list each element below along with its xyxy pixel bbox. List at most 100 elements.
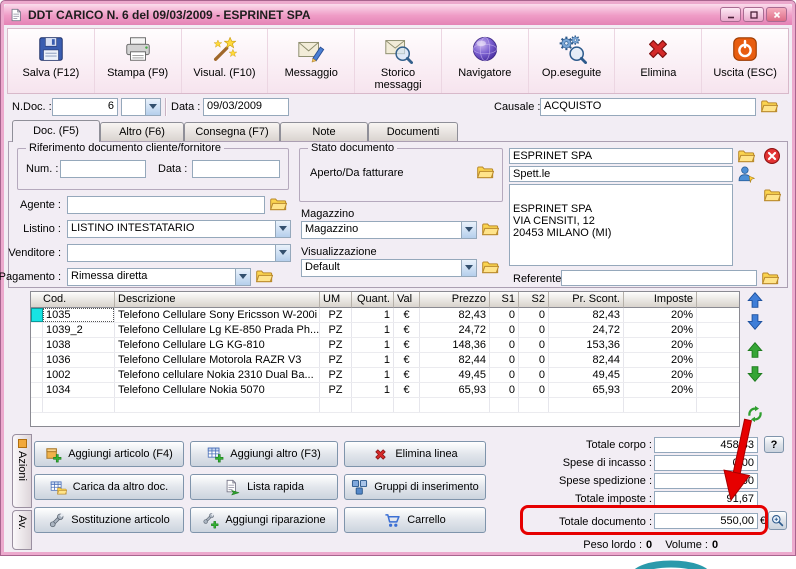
causale-input[interactable]: ACQUISTO xyxy=(540,98,756,116)
move-row-down-button[interactable] xyxy=(746,313,764,331)
magazzino-select[interactable]: Magazzino xyxy=(301,221,477,239)
ndoc-input[interactable]: 6 xyxy=(52,98,118,116)
column-header-pr-scont[interactable]: Pr. Scont. xyxy=(549,292,624,308)
column-header-quant[interactable]: Quant. xyxy=(352,292,394,308)
column-header-val[interactable]: Val xyxy=(394,292,420,308)
referente-folder-icon[interactable] xyxy=(761,269,779,287)
table-row[interactable]: 1034 Telefono Cellulare Nokia 5070 PZ 1 … xyxy=(31,383,739,398)
magazzino-label: Magazzino xyxy=(301,208,355,220)
move-row-up-button[interactable] xyxy=(746,291,764,309)
doc-suffix-select[interactable] xyxy=(121,98,161,116)
column-header-s1[interactable]: S1 xyxy=(490,292,519,308)
column-header-imposte[interactable]: Imposte xyxy=(624,292,697,308)
indirizzo-textarea[interactable]: ESPRINET SPA VIA CENSITI, 12 20453 MILAN… xyxy=(509,184,733,266)
scroll-up-button[interactable] xyxy=(746,341,764,359)
toolbar-button-messaggio[interactable]: Messaggio xyxy=(268,29,356,93)
intestatario-folder-icon[interactable] xyxy=(737,147,755,165)
column-header-s2[interactable]: S2 xyxy=(519,292,549,308)
lista-rapida-button[interactable]: Lista rapida xyxy=(190,474,338,500)
carrello-button[interactable]: Carrello xyxy=(344,507,486,533)
tab-doc-f5[interactable]: Doc. (F5) xyxy=(12,120,100,142)
cell-pr-scont: 49,45 xyxy=(549,368,624,382)
titlebar[interactable]: DDT CARICO N. 6 del 09/03/2009 - ESPRINE… xyxy=(4,4,792,25)
elimina-linea-button[interactable]: Elimina linea xyxy=(344,441,486,467)
tab-documenti[interactable]: Documenti xyxy=(368,122,458,141)
quick-list-icon xyxy=(224,479,241,496)
totale-documento-value[interactable]: 550,00 xyxy=(654,513,758,529)
pagamento-select[interactable]: Rimessa diretta xyxy=(67,268,251,286)
column-header-um[interactable]: UM xyxy=(320,292,352,308)
totale-imposte-value[interactable]: 91,67 xyxy=(654,491,758,507)
row-gutter xyxy=(31,383,43,397)
carica-da-altro-doc-button[interactable]: Carica da altro doc. xyxy=(34,474,184,500)
refresh-button[interactable] xyxy=(746,405,764,423)
table-row[interactable]: 1038 Telefono Cellulare LG KG-810 PZ 1 €… xyxy=(31,338,739,353)
toolbar-button-op-eseguite[interactable]: Op.eseguite xyxy=(529,29,616,93)
minimize-button[interactable] xyxy=(720,7,741,22)
toolbar-button-salva[interactable]: Salva (F12) xyxy=(8,29,95,93)
magazzino-value: Magazzino xyxy=(305,223,359,235)
totale-corpo-value[interactable]: 458,33 xyxy=(654,437,758,453)
column-header-cod[interactable]: Cod. xyxy=(31,292,115,308)
toolbar-button-visualizza[interactable]: Visual. (F10) xyxy=(182,29,269,93)
pagamento-label: Pagamento : xyxy=(0,271,61,283)
cell-imposte: 20% xyxy=(624,368,697,382)
table-row[interactable]: 1036 Telefono Cellulare Motorola RAZR V3… xyxy=(31,353,739,368)
contact-person-icon[interactable] xyxy=(737,165,755,183)
table-row[interactable]: 1002 Telefono cellulare Nokia 2310 Dual … xyxy=(31,368,739,383)
scroll-down-button[interactable] xyxy=(746,365,764,383)
listino-select[interactable]: LISTINO INTESTATARIO xyxy=(67,220,291,238)
rif-data-label: Data : xyxy=(158,163,188,175)
table-row[interactable]: 1035 Telefono Cellulare Sony Ericsson W-… xyxy=(31,308,739,323)
num-input[interactable] xyxy=(60,160,146,178)
tab-azioni[interactable]: Azioni xyxy=(12,434,32,508)
window-title: DDT CARICO N. 6 del 09/03/2009 - ESPRINE… xyxy=(28,7,311,22)
stato-folder-icon[interactable] xyxy=(476,163,494,181)
agente-folder-icon[interactable] xyxy=(269,195,287,213)
agente-input[interactable] xyxy=(67,196,265,214)
toolbar-button-label: Storico messaggi xyxy=(374,67,422,92)
venditore-select[interactable] xyxy=(67,244,291,262)
maximize-button[interactable] xyxy=(743,7,764,22)
referente-input[interactable] xyxy=(561,270,757,286)
tab-altro-f6[interactable]: Altro (F6) xyxy=(100,122,184,141)
tab-note[interactable]: Note xyxy=(280,122,368,141)
tab-consegna-f7[interactable]: Consegna (F7) xyxy=(184,122,280,141)
table-row[interactable]: 1039_2 Telefono Cellulare Lg KE-850 Prad… xyxy=(31,323,739,338)
aggiungi-articolo-button[interactable]: Aggiungi articolo (F4) xyxy=(34,441,184,467)
help-button[interactable]: ? xyxy=(764,436,784,453)
intestatario-input[interactable]: ESPRINET SPA xyxy=(509,148,733,164)
aggiungi-altro-button[interactable]: Aggiungi altro (F3) xyxy=(190,441,338,467)
data-input[interactable]: 09/03/2009 xyxy=(203,98,289,116)
toolbar-button-uscita[interactable]: Uscita (ESC) xyxy=(702,29,788,93)
causale-folder-icon[interactable] xyxy=(760,97,778,115)
toolbar-button-storico-messaggi[interactable]: Storico messaggi xyxy=(355,29,442,93)
column-header-descrizione[interactable]: Descrizione xyxy=(115,292,320,308)
cell-quant: 1 xyxy=(352,368,394,382)
currency-symbol: € xyxy=(760,515,767,527)
spese-incasso-value[interactable]: 0,00 xyxy=(654,455,758,471)
indirizzo-folder-icon[interactable] xyxy=(763,186,781,204)
visualizzazione-select[interactable]: Default xyxy=(301,259,477,277)
toolbar-button-navigatore[interactable]: Navigatore xyxy=(442,29,529,93)
visualizzazione-folder-icon[interactable] xyxy=(481,258,499,276)
remove-intestatario-icon[interactable] xyxy=(763,147,781,165)
toolbar-button-elimina[interactable]: Elimina xyxy=(615,29,703,93)
magic-wand-icon xyxy=(209,34,239,64)
sostituzione-articolo-button[interactable]: Sostituzione articolo xyxy=(34,507,184,533)
column-header-prezzo[interactable]: Prezzo xyxy=(420,292,490,308)
gruppi-di-inserimento-button[interactable]: Gruppi di inserimento xyxy=(344,474,486,500)
spese-spedizione-value[interactable]: 0,00 xyxy=(654,473,758,489)
zoom-total-button[interactable] xyxy=(768,511,787,530)
tab-label: Doc. (F5) xyxy=(33,125,79,137)
pagamento-folder-icon[interactable] xyxy=(255,267,273,285)
close-button[interactable] xyxy=(766,7,787,22)
cell-descrizione: Telefono Cellulare Sony Ericsson W-200i xyxy=(115,308,320,322)
aggiungi-riparazione-button[interactable]: Aggiungi riparazione xyxy=(190,507,338,533)
rif-data-input[interactable] xyxy=(192,160,280,178)
spettle-input[interactable]: Spett.le xyxy=(509,166,733,182)
magazzino-folder-icon[interactable] xyxy=(481,220,499,238)
toolbar-button-stampa[interactable]: Stampa (F9) xyxy=(95,29,182,93)
cell-val: € xyxy=(394,308,420,322)
tab-avanzate[interactable]: Av. xyxy=(12,510,32,550)
